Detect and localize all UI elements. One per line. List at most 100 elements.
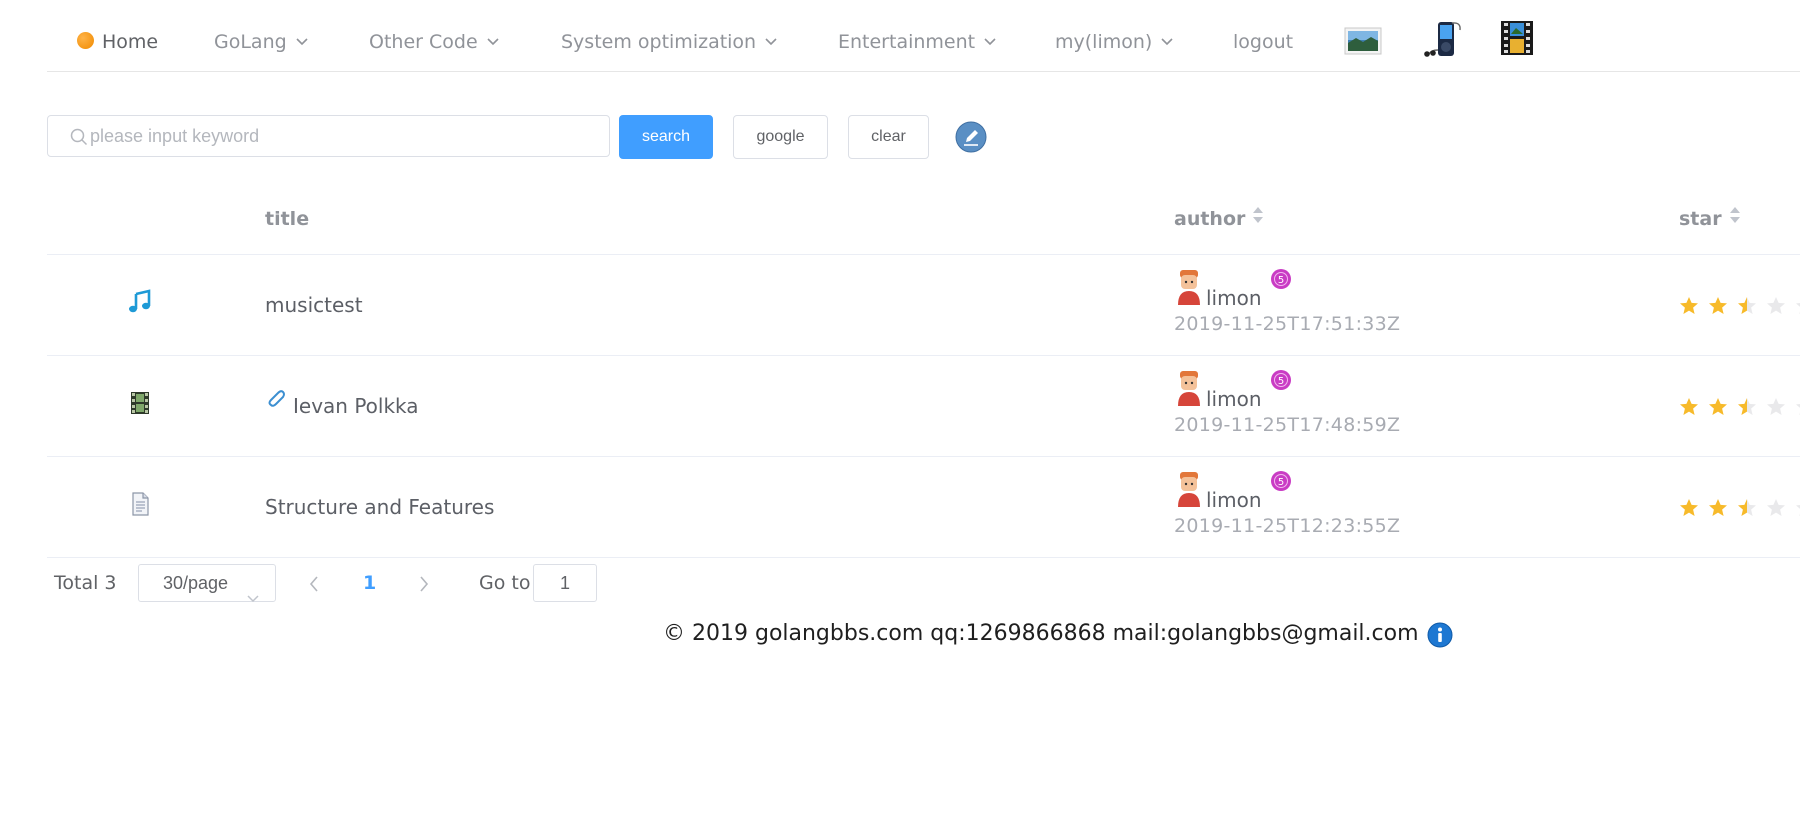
nav-logout-label: logout [1233, 31, 1294, 53]
star-icon[interactable] [1737, 296, 1757, 316]
table-header: title author star [47, 190, 1800, 255]
author-cell: limon 5 2019-11-25T17:48:59Z [1174, 370, 1400, 436]
author-name[interactable]: limon [1206, 488, 1262, 512]
star-icon[interactable] [1708, 397, 1728, 417]
nav-other-code[interactable]: Other Code [369, 0, 499, 71]
page-size-value: 30/page [163, 573, 229, 593]
star-icon[interactable] [1795, 498, 1800, 518]
pagination-total: Total 3 [54, 572, 117, 594]
posts-table: title author star musictest limon 5 2019-… [47, 190, 1800, 558]
goto-page-input[interactable] [533, 564, 597, 602]
star-icon[interactable] [1737, 498, 1757, 518]
document-icon [127, 491, 153, 521]
nav-home-label: Home [102, 31, 159, 53]
star-icon[interactable] [1795, 397, 1800, 417]
nav-entertainment-label: Entertainment [838, 31, 976, 53]
user-badge-icon: 5 [1270, 369, 1292, 395]
post-date: 2019-11-25T17:48:59Z [1174, 414, 1401, 436]
clear-button[interactable]: clear [848, 115, 929, 159]
prev-page-button[interactable] [309, 576, 319, 596]
chevron-down-icon [765, 0, 777, 82]
star-icon[interactable] [1708, 296, 1728, 316]
chevron-down-icon [984, 0, 996, 82]
landscape-image-icon[interactable] [1344, 27, 1382, 59]
nav-my-limon[interactable]: my(limon) [1055, 0, 1173, 71]
star-icon[interactable] [1679, 498, 1699, 518]
chevron-down-icon [1161, 0, 1173, 82]
svg-text:5: 5 [1277, 477, 1283, 488]
star-icon[interactable] [1795, 296, 1800, 316]
post-title-link[interactable]: musictest [265, 255, 363, 355]
author-name[interactable]: limon [1206, 286, 1262, 310]
post-title: Ievan Polkka [293, 394, 419, 418]
nav-logout[interactable]: logout [1233, 0, 1293, 71]
footer-text: © 2019 golangbbs.com qq:1269866868 mail:… [663, 621, 1419, 646]
author-name[interactable]: limon [1206, 387, 1262, 411]
column-star-label: star [1679, 208, 1722, 230]
nav-entertainment[interactable]: Entertainment [838, 0, 996, 71]
post-date: 2019-11-25T12:23:55Z [1174, 515, 1401, 537]
star-icon[interactable] [1679, 296, 1699, 316]
column-author[interactable]: author [1174, 190, 1264, 249]
chevron-down-icon [296, 0, 308, 82]
star-icon[interactable] [1766, 397, 1786, 417]
chevron-down-icon [487, 0, 499, 82]
goto-label: Go to [479, 572, 531, 594]
post-date: 2019-11-25T17:51:33Z [1174, 313, 1401, 335]
star-icon[interactable] [1766, 498, 1786, 518]
page-number[interactable]: 1 [363, 563, 376, 603]
post-title-link[interactable]: Structure and Features [265, 457, 494, 557]
table-row[interactable]: Structure and Features limon 5 2019-11-25… [47, 457, 1800, 558]
post-title-link[interactable]: Ievan Polkka [265, 356, 419, 458]
film-icon [127, 390, 153, 420]
star-icon[interactable] [1737, 397, 1757, 417]
search-button[interactable]: search [619, 115, 713, 159]
user-avatar-icon [1177, 471, 1201, 511]
attachment-paperclip-icon [265, 353, 287, 453]
nav-home[interactable]: Home [77, 0, 158, 71]
table-row[interactable]: musictest limon 5 2019-11-25T17:51:33Z [47, 255, 1800, 356]
edit-pencil-icon[interactable] [955, 121, 987, 157]
nav-system-optimization[interactable]: System optimization [561, 0, 777, 71]
google-button[interactable]: google [733, 115, 828, 159]
user-badge-icon: 5 [1270, 268, 1292, 294]
sort-caret-icon[interactable] [1252, 189, 1264, 247]
user-avatar-icon [1177, 269, 1201, 309]
mp3-player-icon[interactable] [1421, 20, 1465, 62]
column-star[interactable]: star [1679, 190, 1741, 249]
info-icon[interactable] [1427, 622, 1453, 652]
user-avatar-icon [1177, 370, 1201, 410]
user-badge-icon: 5 [1270, 470, 1292, 496]
nav-my-limon-label: my(limon) [1055, 31, 1153, 53]
search-input[interactable] [90, 116, 600, 156]
nav-other-code-label: Other Code [369, 31, 478, 53]
nav-golang[interactable]: GoLang [214, 0, 308, 71]
film-strip-icon[interactable] [1500, 20, 1534, 60]
star-icon[interactable] [1766, 296, 1786, 316]
star-rating[interactable] [1679, 497, 1800, 518]
search-box [47, 115, 610, 157]
nav-system-optimization-label: System optimization [561, 31, 757, 53]
star-rating[interactable] [1679, 396, 1800, 417]
search-icon [70, 128, 88, 150]
music-note-icon [127, 289, 153, 319]
table-row[interactable]: Ievan Polkka limon 5 2019-11-25T17:48:59Z [47, 356, 1800, 457]
sort-caret-icon[interactable] [1729, 189, 1741, 247]
svg-text:5: 5 [1277, 275, 1283, 286]
chevron-down-icon [247, 579, 259, 615]
svg-text:5: 5 [1277, 376, 1283, 387]
nav-golang-label: GoLang [214, 31, 287, 53]
column-author-label: author [1174, 208, 1246, 230]
post-title: Structure and Features [265, 495, 495, 519]
pagination: Total 3 30/page 1 Go to [47, 563, 747, 603]
page-size-select[interactable]: 30/page [138, 564, 276, 603]
star-icon[interactable] [1708, 498, 1728, 518]
top-nav: Home GoLang Other Code System optimizati… [47, 0, 1800, 72]
column-title: title [265, 208, 310, 230]
star-rating[interactable] [1679, 295, 1800, 316]
home-dot-icon [77, 32, 94, 49]
author-cell: limon 5 2019-11-25T12:23:55Z [1174, 471, 1400, 537]
next-page-button[interactable] [419, 576, 429, 596]
author-cell: limon 5 2019-11-25T17:51:33Z [1174, 269, 1400, 335]
star-icon[interactable] [1679, 397, 1699, 417]
